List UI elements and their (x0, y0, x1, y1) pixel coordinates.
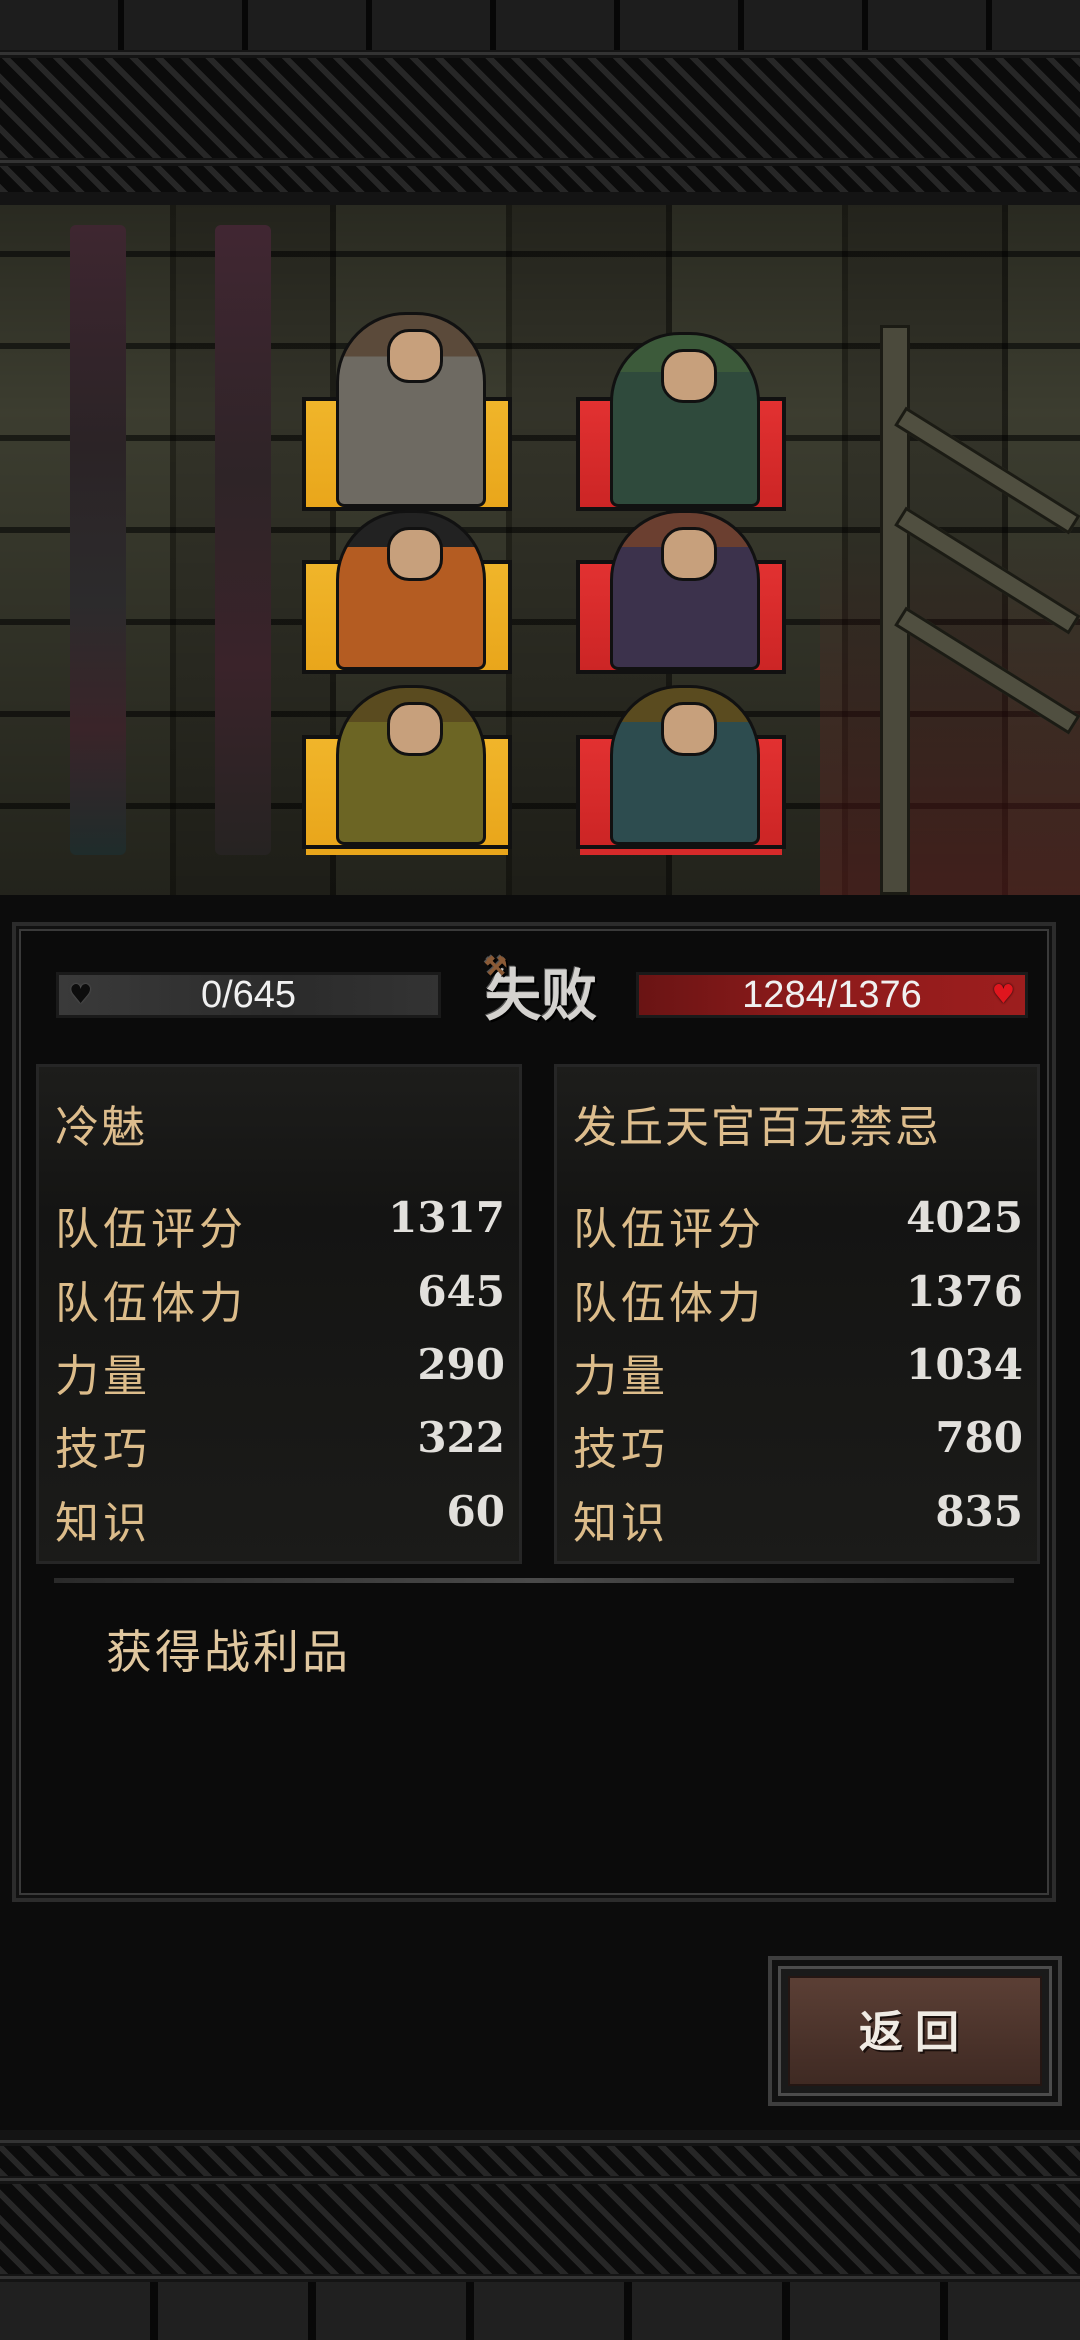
top-frieze (0, 0, 1080, 205)
stat-row-skill: 技巧 780 (573, 1413, 1023, 1475)
player-hp-bar: ♥ 0/645 (56, 972, 441, 1018)
player-portrait-1[interactable] (302, 312, 512, 511)
team-name: 发丘天官百无禁忌 (573, 1102, 941, 1153)
stat-label: 技巧 (55, 1424, 151, 1475)
stat-value: 290 (417, 1340, 505, 1389)
enemy-portrait-2[interactable] (576, 510, 786, 674)
battle-scene (0, 205, 1080, 895)
bottom-frieze (0, 2130, 1080, 2340)
stat-value: 60 (446, 1487, 505, 1536)
stat-row-rating: 队伍评分 1317 (55, 1193, 505, 1255)
stat-value: 4025 (906, 1193, 1023, 1242)
stat-label: 队伍评分 (55, 1204, 247, 1255)
player-portrait-3[interactable] (302, 685, 512, 855)
result-title: ⚒ 失败 (466, 954, 616, 1032)
stat-row-stamina: 队伍体力 1376 (573, 1267, 1023, 1329)
stat-value: 780 (935, 1413, 1023, 1462)
pillar (215, 225, 271, 855)
pickaxe-icon: ⚒ (484, 952, 508, 982)
stat-value: 645 (417, 1267, 505, 1316)
stat-label: 队伍评分 (573, 1204, 765, 1255)
stat-row-skill: 技巧 322 (55, 1413, 505, 1475)
enemy-team-card: 发丘天官百无禁忌 队伍评分 4025 队伍体力 1376 力量 1034 技巧 … (554, 1064, 1040, 1564)
enemy-hp-bar: 1284/1376 ♥ (636, 972, 1028, 1018)
stat-row-strength: 力量 290 (55, 1340, 505, 1402)
stat-value: 322 (417, 1413, 505, 1462)
stat-value: 1034 (906, 1340, 1023, 1389)
stat-row-stamina: 队伍体力 645 (55, 1267, 505, 1329)
player-team-card: 冷魅 队伍评分 1317 队伍体力 645 力量 290 技巧 322 知识 6… (36, 1064, 522, 1564)
divider (54, 1578, 1014, 1583)
heart-icon: ♥ (991, 980, 1015, 1010)
stat-value: 1376 (906, 1267, 1023, 1316)
stat-value: 835 (935, 1487, 1023, 1536)
stat-label: 力量 (55, 1351, 151, 1402)
stat-row-knowledge: 知识 835 (573, 1487, 1023, 1549)
pillar (70, 225, 126, 855)
stat-label: 技巧 (573, 1424, 669, 1475)
team-name: 冷魅 (55, 1102, 147, 1153)
stat-label: 力量 (573, 1351, 669, 1402)
stat-value: 1317 (388, 1193, 505, 1242)
stat-row-rating: 队伍评分 4025 (573, 1193, 1023, 1255)
stat-row-knowledge: 知识 60 (55, 1487, 505, 1549)
stat-row-strength: 力量 1034 (573, 1340, 1023, 1402)
player-portrait-2[interactable] (302, 510, 512, 674)
battle-result-panel: ♥ 0/645 ⚒ 失败 1284/1376 ♥ 冷魅 队伍评分 1317 队伍… (12, 922, 1056, 1902)
enemy-portrait-1[interactable] (576, 332, 786, 511)
enemy-hp-text: 1284/1376 (742, 974, 922, 1016)
back-button[interactable]: 返回 (768, 1956, 1062, 2106)
loot-label: 获得战利品 (106, 1625, 351, 1679)
stat-label: 知识 (573, 1498, 669, 1549)
stat-label: 队伍体力 (573, 1278, 765, 1329)
player-hp-text: 0/645 (200, 974, 297, 1016)
stat-label: 队伍体力 (55, 1278, 247, 1329)
stat-label: 知识 (55, 1498, 151, 1549)
enemy-portrait-3[interactable] (576, 685, 786, 855)
back-button-label: 返回 (859, 2007, 971, 2058)
